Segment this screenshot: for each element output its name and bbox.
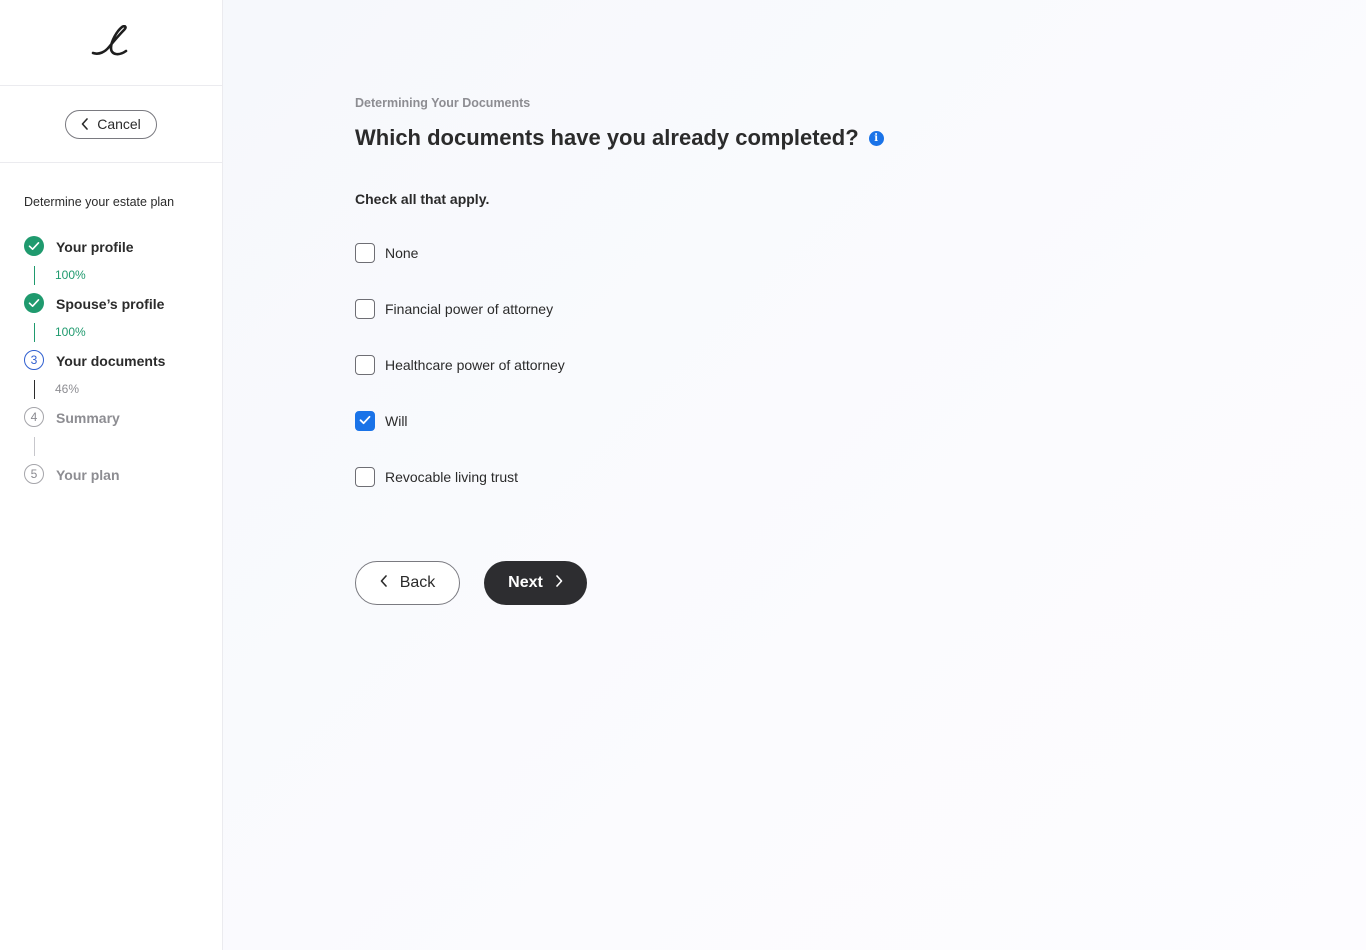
section-eyebrow: Determining Your Documents bbox=[355, 96, 531, 110]
option-label: Will bbox=[385, 413, 408, 429]
step-number-badge: 5 bbox=[24, 464, 44, 484]
cancel-button-label: Cancel bbox=[97, 116, 141, 132]
step-your-documents[interactable]: 3 Your documents 46% bbox=[0, 350, 222, 407]
step-label: Summary bbox=[56, 410, 120, 426]
check-circle-icon bbox=[24, 293, 44, 313]
checkbox[interactable] bbox=[355, 299, 375, 319]
step-label: Your documents bbox=[56, 353, 166, 369]
checkbox-checked[interactable] bbox=[355, 411, 375, 431]
checkmark-icon bbox=[359, 412, 371, 430]
step-label: Your profile bbox=[56, 239, 134, 255]
next-button[interactable]: Next bbox=[484, 561, 587, 605]
step-number-badge: 3 bbox=[24, 350, 44, 370]
step-label: Your plan bbox=[56, 467, 120, 483]
main-content: Determining Your Documents Which documen… bbox=[223, 0, 1366, 950]
next-button-label: Next bbox=[508, 574, 543, 591]
checkbox[interactable] bbox=[355, 355, 375, 375]
sidebar: Cancel Determine your estate plan Your p… bbox=[0, 0, 223, 950]
step-your-plan: 5 Your plan bbox=[0, 464, 222, 521]
cancel-button[interactable]: Cancel bbox=[65, 109, 157, 139]
question-text: Which documents have you already complet… bbox=[355, 125, 859, 150]
step-connector bbox=[34, 266, 35, 285]
logo-area bbox=[0, 0, 222, 86]
page-title: Which documents have you already complet… bbox=[355, 125, 884, 151]
back-button[interactable]: Back bbox=[355, 561, 460, 605]
back-button-label: Back bbox=[399, 574, 436, 591]
script-e-logo-icon[interactable] bbox=[89, 24, 133, 61]
chevron-left-icon bbox=[81, 118, 89, 130]
option-will[interactable]: Will bbox=[355, 410, 408, 432]
cancel-area: Cancel bbox=[0, 86, 222, 163]
step-label: Spouse’s profile bbox=[56, 296, 165, 312]
step-connector bbox=[34, 437, 35, 456]
step-your-profile[interactable]: Your profile 100% bbox=[0, 236, 222, 293]
step-spouses-profile[interactable]: Spouse’s profile 100% bbox=[0, 293, 222, 350]
step-progress: 46% bbox=[55, 382, 80, 396]
chevron-right-icon bbox=[555, 574, 563, 592]
chevron-left-icon bbox=[380, 574, 388, 592]
step-progress: 100% bbox=[55, 268, 86, 282]
step-progress: 100% bbox=[55, 325, 86, 339]
option-label: Revocable living trust bbox=[385, 469, 519, 485]
checkbox[interactable] bbox=[355, 243, 375, 263]
option-none[interactable]: None bbox=[355, 242, 418, 264]
step-number-badge: 4 bbox=[24, 407, 44, 427]
option-revocable-trust[interactable]: Revocable living trust bbox=[355, 466, 518, 488]
option-healthcare-poa[interactable]: Healthcare power of attorney bbox=[355, 354, 565, 376]
app-root: Cancel Determine your estate plan Your p… bbox=[0, 0, 1366, 950]
option-label: Financial power of attorney bbox=[385, 301, 554, 317]
step-connector bbox=[34, 323, 35, 342]
check-circle-icon bbox=[24, 236, 44, 256]
info-icon[interactable]: i bbox=[868, 130, 884, 146]
checkbox[interactable] bbox=[355, 467, 375, 487]
instruction-text: Check all that apply. bbox=[355, 191, 490, 207]
option-label: None bbox=[385, 245, 419, 261]
step-connector bbox=[34, 380, 35, 399]
plan-title: Determine your estate plan bbox=[24, 195, 175, 209]
option-financial-poa[interactable]: Financial power of attorney bbox=[355, 298, 553, 320]
option-label: Healthcare power of attorney bbox=[385, 357, 565, 373]
step-summary: 4 Summary bbox=[0, 407, 222, 464]
